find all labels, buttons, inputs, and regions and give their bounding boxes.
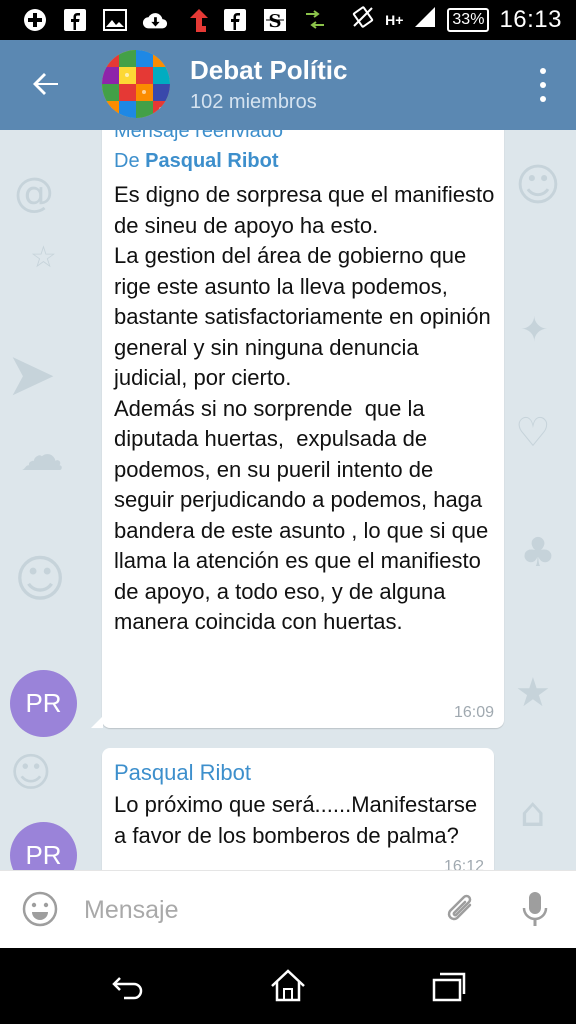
forwarded-prefix: De	[114, 150, 140, 172]
member-count: 102 miembros	[190, 91, 317, 113]
system-navigation-bar	[0, 948, 576, 1024]
doodle-hat-icon: ♣	[520, 530, 556, 576]
doodle-paper-plane-icon: ➤	[6, 340, 57, 410]
avatar[interactable]: PR	[10, 670, 77, 737]
vibrate-icon	[351, 5, 375, 35]
sender-name[interactable]: Pasqual Ribot	[114, 760, 251, 786]
doodle-swirl-icon: @	[14, 170, 54, 216]
clock: 16:13	[499, 6, 562, 33]
doodle-bone-icon: ✦	[520, 310, 549, 350]
doodle-cat-icon: ☺	[10, 750, 52, 796]
signal-icon	[413, 5, 437, 35]
notification-icons: S	[22, 6, 328, 34]
doodle-cat-icon: ☺	[14, 550, 67, 608]
doodle-house-icon: ⌂	[520, 790, 546, 836]
svg-text:S: S	[269, 11, 282, 32]
red-arrow-icon	[182, 7, 208, 33]
data-transfer-icon	[302, 7, 328, 33]
back-icon[interactable]	[108, 966, 148, 1006]
avatar[interactable]: PR	[10, 822, 77, 870]
message-time: 16:12	[443, 858, 484, 870]
message-time: 16:09	[453, 704, 494, 721]
chat-header[interactable]: Debat Polític 102 miembros	[0, 40, 576, 130]
facebook-icon	[62, 7, 88, 33]
message-text: Lo próximo que será......Manifestarse a …	[114, 792, 478, 848]
recent-apps-icon[interactable]	[428, 966, 468, 1006]
bubble-tail	[91, 716, 103, 728]
image-icon	[102, 7, 128, 33]
chat-area[interactable]: @ ☆ ➤ ☁ ☺ ☺ ✦ ♡ ♣ ★ ☺ ⌂ Mensaje reenviad…	[0, 130, 576, 870]
attach-icon[interactable]	[444, 891, 478, 927]
forwarded-author[interactable]: Pasqual Ribot	[145, 150, 278, 172]
network-type: H+	[385, 12, 404, 28]
back-arrow-icon[interactable]	[28, 66, 64, 102]
doodle-star-icon: ★	[515, 670, 551, 716]
status-indicators: H+ 33% 16:13	[351, 6, 562, 34]
message-input-bar: Mensaje	[0, 870, 576, 949]
emoji-icon[interactable]	[22, 891, 58, 927]
forwarded-label: Mensaje reenviado	[114, 130, 283, 142]
doodle-cat-icon: ☺	[515, 160, 561, 211]
more-options-icon[interactable]	[538, 68, 548, 102]
chat-title[interactable]: Debat Polític	[190, 55, 347, 86]
facebook-icon	[222, 7, 248, 33]
forwarded-from[interactable]: De Pasqual Ribot	[114, 150, 279, 173]
message-bubble[interactable]: Pasqual Ribot Lo próximo que será......M…	[102, 748, 494, 870]
doodle-balloon-icon: ☁	[20, 430, 64, 481]
home-icon[interactable]	[268, 966, 308, 1006]
s-app-icon: S	[262, 7, 288, 33]
doodle-heart-icon: ♡	[515, 410, 551, 456]
doodle-star-icon: ☆	[30, 240, 57, 275]
message-input[interactable]: Mensaje	[84, 896, 179, 925]
battery-indicator: 33%	[447, 8, 490, 32]
group-avatar[interactable]	[102, 50, 170, 118]
cloud-download-icon	[142, 7, 168, 33]
status-bar: S H+ 33% 16:13	[0, 0, 576, 40]
microphone-icon[interactable]	[520, 889, 550, 929]
plus-icon	[22, 7, 48, 33]
message-bubble[interactable]: Mensaje reenviado De Pasqual Ribot Es di…	[102, 130, 504, 728]
message-text: Es digno de sorpresa que el manifiesto d…	[114, 182, 495, 634]
